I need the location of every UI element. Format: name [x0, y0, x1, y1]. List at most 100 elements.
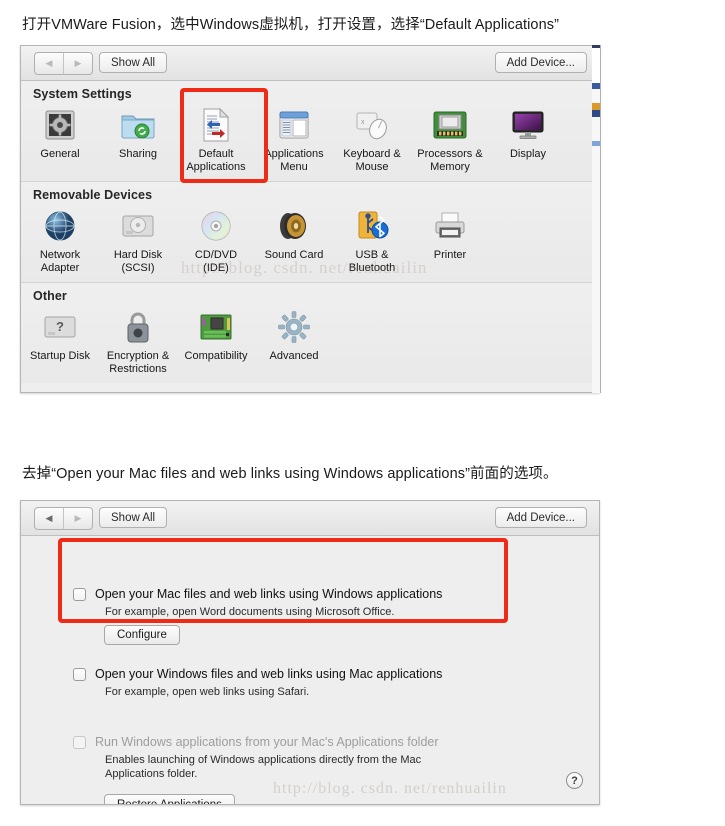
setting-item-default-applications[interactable]: Default Applications	[177, 105, 255, 173]
back-arrow-icon[interactable]: ◀	[35, 53, 63, 74]
setting-item-display[interactable]: Display	[489, 105, 567, 173]
setting-item-network-adapter[interactable]: Network Adapter	[21, 206, 99, 274]
option-description: Enables launching of Windows application…	[105, 754, 421, 781]
instruction-text-step-1: 打开VMWare Fusion，选中Windows虚拟机，打开设置，选择“Def…	[22, 17, 560, 33]
nav-segmented-control-2[interactable]: ◀ ▶	[34, 507, 93, 530]
setting-item-sound-card[interactable]: Sound Card	[255, 206, 333, 274]
add-device-button[interactable]: Add Device...	[494, 507, 587, 528]
usb-bluetooth-icon	[352, 206, 392, 246]
show-all-button[interactable]: Show All	[99, 507, 168, 528]
document-arrows-icon	[196, 105, 236, 145]
setting-item-label: Sound Card	[264, 249, 324, 261]
icon-row-removable-devices: Network Adapter Hard Disk (SCSI) CD/DVD …	[21, 204, 599, 282]
configure-button[interactable]: Configure	[104, 625, 180, 645]
setting-item-label: Hard Disk (SCSI)	[114, 249, 162, 274]
open-windows-files-checkbox[interactable]	[73, 668, 86, 681]
back-arrow-icon[interactable]: ◀	[35, 508, 63, 529]
label-line-1: Hard Disk	[113, 249, 163, 261]
setting-item-general[interactable]: General	[21, 105, 99, 173]
help-button[interactable]: ?	[566, 772, 583, 789]
setting-item-label: Encryption & Restrictions	[107, 350, 169, 375]
setting-item-applications-menu[interactable]: Applications Menu	[255, 105, 333, 173]
monitor-icon	[508, 105, 548, 145]
forward-arrow-icon[interactable]: ▶	[64, 53, 92, 74]
group-removable-devices: Removable Devices Network Adapter Hard D…	[21, 182, 599, 283]
folder-sync-icon	[118, 105, 158, 145]
setting-item-label: Startup Disk	[30, 350, 90, 362]
restore-applications-button[interactable]: Restore Applications	[104, 794, 235, 804]
svg-text:x: x	[361, 119, 365, 126]
setting-item-label: Advanced	[269, 350, 319, 362]
setting-item-label: Applications Menu	[264, 148, 323, 173]
label-line-2: Applications	[186, 160, 246, 173]
sliver-fragment	[592, 83, 600, 89]
setting-item-startup-disk[interactable]: ? Startup Disk	[21, 307, 99, 375]
run-windows-apps-checkbox[interactable]	[73, 736, 86, 749]
open-mac-files-checkbox[interactable]	[73, 588, 86, 601]
speaker-icon	[274, 206, 314, 246]
label-line-2: Bluetooth	[348, 261, 396, 274]
setting-item-label: Compatibility	[184, 350, 248, 362]
watermark-bottom: http://blog. csdn. net/renhuailin	[273, 780, 507, 797]
icon-row-other: ? Startup Disk Encryption & Restrictions…	[21, 305, 599, 383]
setting-item-compatibility[interactable]: Compatibility	[177, 307, 255, 375]
group-system-settings: System Settings General Sharing Default …	[21, 81, 599, 182]
setting-item-processors-memory[interactable]: Processors & Memory	[411, 105, 489, 173]
label-line-1: Processors &	[417, 148, 483, 160]
add-device-button[interactable]: Add Device...	[494, 52, 587, 73]
description-line-2: Applications folder.	[105, 767, 198, 780]
icon-row-system-settings: General Sharing Default Applications App…	[21, 103, 599, 181]
forward-arrow-icon[interactable]: ▶	[64, 508, 92, 529]
setting-item-hard-disk[interactable]: Hard Disk (SCSI)	[99, 206, 177, 274]
instruction-text-step-2: 去掉“Open your Mac files and web links usi…	[22, 466, 558, 482]
padlock-icon	[118, 307, 158, 347]
default-applications-window: ◀ ▶ Show All Add Device... Open your Mac…	[20, 500, 600, 805]
label-line-1: Applications	[264, 148, 324, 160]
label-line-2: Menu	[280, 160, 308, 173]
option-label: Open your Mac files and web links using …	[95, 587, 443, 601]
setting-item-cd-dvd[interactable]: CD/DVD (IDE)	[177, 206, 255, 274]
setting-item-label: CD/DVD (IDE)	[195, 249, 237, 274]
default-applications-body: Open your Mac files and web links using …	[21, 536, 599, 804]
setting-item-keyboard-mouse[interactable]: x Keyboard & Mouse	[333, 105, 411, 173]
optical-disc-icon	[196, 206, 236, 246]
group-other: Other ? Startup Disk Encryption & Restri…	[21, 283, 599, 383]
group-title: Other	[33, 289, 67, 303]
option-label: Open your Windows files and web links us…	[95, 667, 443, 681]
settings-toolbar-1: ◀ ▶ Show All Add Device...	[21, 46, 599, 81]
gear-picture-icon	[40, 105, 80, 145]
sliver-fragment	[592, 110, 600, 117]
hard-disk-icon	[118, 206, 158, 246]
setting-item-label: Display	[509, 148, 547, 160]
setting-item-label: Printer	[433, 249, 467, 261]
setting-item-usb-bluetooth[interactable]: USB & Bluetooth	[333, 206, 411, 274]
settings-toolbar-2: ◀ ▶ Show All Add Device...	[21, 501, 599, 536]
setting-item-label: Default Applications	[186, 148, 245, 173]
label-line-2: Mouse	[355, 160, 389, 173]
setting-item-printer[interactable]: Printer	[411, 206, 489, 274]
label-line-1: Network	[39, 249, 81, 261]
option-description: For example, open Word documents using M…	[105, 606, 395, 618]
setting-item-label: USB & Bluetooth	[349, 249, 395, 274]
label-line-1: CD/DVD	[194, 249, 238, 261]
group-title: System Settings	[33, 87, 132, 101]
nav-segmented-control-1[interactable]: ◀ ▶	[34, 52, 93, 75]
label-line-2: Memory	[430, 160, 470, 173]
window-list-icon	[274, 105, 314, 145]
sliver-fragment	[592, 141, 600, 146]
setting-item-label: Processors & Memory	[417, 148, 482, 173]
setting-item-label: General	[40, 148, 80, 160]
group-title: Removable Devices	[33, 188, 153, 202]
setting-item-advanced[interactable]: Advanced	[255, 307, 333, 375]
gear-icon	[274, 307, 314, 347]
setting-item-encryption-restrictions[interactable]: Encryption & Restrictions	[99, 307, 177, 375]
startup-disk-icon: ?	[40, 307, 80, 347]
setting-item-label: Keyboard & Mouse	[343, 148, 400, 173]
option-label: Run Windows applications from your Mac's…	[95, 735, 439, 749]
show-all-button[interactable]: Show All	[99, 52, 168, 73]
sliver-fragment	[592, 103, 600, 110]
setting-item-label: Sharing	[119, 148, 157, 160]
keyboard-mouse-icon: x	[352, 105, 392, 145]
setting-item-sharing[interactable]: Sharing	[99, 105, 177, 173]
label-line-2: (SCSI)	[121, 261, 155, 274]
